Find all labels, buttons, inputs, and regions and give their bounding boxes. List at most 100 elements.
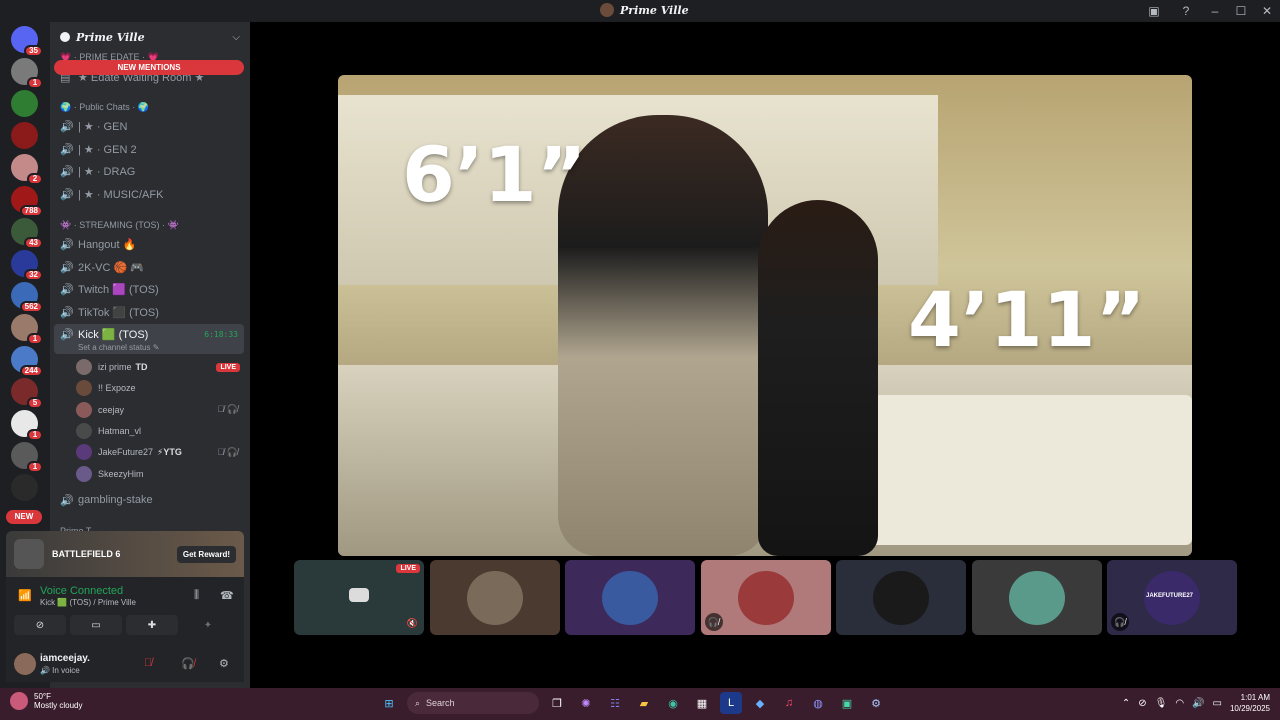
user-name[interactable]: iamceejay. — [40, 653, 90, 664]
channel-gen-2[interactable]: 🔊 | ★ · GEN 2 — [54, 139, 244, 159]
server-icon[interactable]: 32 — [11, 250, 43, 281]
speaker-icon: 🔊 — [60, 165, 74, 178]
voice-user[interactable]: Hatman_vl — [76, 421, 246, 441]
gear-icon[interactable]: ⚙ — [219, 657, 229, 670]
volume-muted-icon[interactable]: 🔇 — [407, 618, 418, 629]
copilot-icon[interactable]: ✺ — [575, 692, 597, 714]
voice-user[interactable]: ceejay 🎙̸ 🎧̸ — [76, 400, 246, 420]
battery-icon[interactable]: ▭ — [1213, 698, 1222, 709]
vscode-icon[interactable]: ◆ — [749, 692, 771, 714]
noise-suppression-icon[interactable]: ⫼ — [194, 589, 199, 602]
server-icon[interactable]: 5 — [11, 378, 43, 409]
category-streaming[interactable]: 👾 · STREAMING (TOS) · 👾 — [60, 220, 179, 231]
voice-status[interactable]: Voice Connected — [40, 585, 123, 597]
close-button[interactable]: ✕ — [1254, 0, 1280, 22]
participant-tile[interactable]: LIVE 🔇 — [294, 560, 424, 635]
speaker-icon: 🔊 — [60, 494, 74, 507]
chevron-down-icon[interactable]: ⌵ — [232, 32, 240, 43]
chevron-up-icon[interactable]: ⌃ — [1122, 698, 1130, 709]
channel-gen[interactable]: 🔊 | ★ · GEN — [54, 116, 244, 136]
headphones-muted-icon[interactable]: 🎧̸ — [181, 657, 195, 670]
server-icon[interactable]: 43 — [11, 218, 43, 249]
server-icon[interactable]: 1 — [11, 314, 43, 345]
activities-button[interactable]: ✚ — [126, 615, 178, 635]
discord-app-icon[interactable]: ▣ — [836, 692, 858, 714]
participant-tile[interactable] — [971, 560, 1102, 635]
get-reward-button[interactable]: Get Reward! — [176, 545, 236, 563]
channel-status[interactable]: Set a channel status ✎ — [78, 343, 159, 352]
voice-user[interactable]: JakeFuture27 ⚡YTG 🎙̸ 🎧̸ — [76, 442, 246, 462]
server-icon[interactable]: 1 — [11, 58, 43, 89]
mic-muted-icon[interactable]: 🎙̸ — [144, 657, 152, 669]
main-stream-video[interactable]: 6’1” 4’11” — [338, 75, 1192, 556]
inbox-icon[interactable]: ▣ — [1138, 0, 1170, 22]
participant-tile[interactable] — [836, 560, 966, 635]
camera-off-button[interactable]: ⊘ — [14, 615, 66, 635]
participant-tile[interactable]: 🎧̸ — [700, 560, 831, 635]
server-mention-badge: 5 — [27, 397, 43, 409]
weather-widget[interactable]: 50°F Mostly cloudy — [10, 692, 82, 710]
server-icon[interactable]: 35 — [11, 26, 43, 57]
share-screen-button[interactable]: ▭ — [70, 615, 122, 635]
taskbar: 50°F Mostly cloudy ⊞ ⌕ Search ❐ ✺ ☷ ▰ ◉ … — [0, 688, 1280, 720]
channel-2k-vc[interactable]: 🔊 2K-VC 🏀 🎮 — [54, 257, 244, 277]
server-icon[interactable] — [11, 90, 38, 117]
channel-kick-active[interactable]: 🔊 Kick 🟩 (TOS) 6:18:33 Set a channel sta… — [54, 324, 244, 354]
server-icon[interactable]: 562 — [11, 282, 43, 313]
channel-gambling-stake[interactable]: 🔊 gambling-stake — [54, 490, 244, 510]
server-icon[interactable]: 2 — [11, 154, 43, 185]
voice-user[interactable]: SkeezyHim — [76, 464, 246, 484]
edge-icon[interactable]: ◉ — [662, 692, 684, 714]
server-icon[interactable] — [11, 474, 38, 501]
volume-icon[interactable]: 🔊 — [1192, 698, 1204, 709]
window-title-text: Prime Ville — [620, 3, 689, 17]
category-public-chats[interactable]: 🌍 · Public Chats · 🌍 — [60, 102, 149, 113]
maximize-button[interactable]: ☐ — [1228, 0, 1254, 22]
server-icon[interactable] — [11, 122, 38, 149]
voice-channel-path[interactable]: Kick 🟩 (TOS) / Prime Ville — [40, 598, 136, 607]
voice-user[interactable]: !! Expoze — [76, 378, 246, 398]
participant-tile[interactable] — [565, 560, 695, 635]
server-icon[interactable]: 244 — [11, 346, 43, 377]
user-status: 🔊 In voice — [40, 666, 80, 675]
task-view-icon[interactable]: ❐ — [546, 692, 568, 714]
store-icon[interactable]: ▦ — [691, 692, 713, 714]
voice-user-tag: TD — [135, 362, 148, 372]
server-icon[interactable]: 788 — [11, 186, 43, 217]
disconnect-icon[interactable]: ☎ — [220, 589, 234, 602]
taskbar-search[interactable]: ⌕ Search — [407, 692, 539, 714]
channel-tiktok[interactable]: 🔊 TikTok ⬛ (TOS) — [54, 302, 244, 322]
minimize-button[interactable]: – — [1202, 0, 1228, 22]
discord-icon[interactable]: ◍ — [807, 692, 829, 714]
help-icon[interactable]: ? — [1170, 0, 1202, 22]
signal-icon[interactable]: 📶 — [18, 589, 32, 602]
channel-drag[interactable]: 🔊 | ★ · DRAG — [54, 161, 244, 181]
voice-user[interactable]: izi prime TD LIVE — [76, 357, 246, 377]
participant-tile[interactable] — [429, 560, 560, 635]
steam-icon[interactable]: ⚙ — [865, 692, 887, 714]
channel-hangout[interactable]: 🔊 Hangout 🔥 — [54, 234, 244, 254]
clock-date: 10/29/2025 — [1229, 704, 1270, 713]
avatar[interactable] — [14, 653, 36, 675]
channel-twitch[interactable]: 🔊 Twitch 🟪 (TOS) — [54, 279, 244, 299]
teams-icon[interactable]: ☷ — [604, 692, 626, 714]
network-off-icon[interactable]: ⊘ — [1138, 698, 1146, 709]
channel-music-afk[interactable]: 🔊 | ★ · MUSIC/AFK — [54, 184, 244, 204]
new-servers-badge[interactable]: NEW — [6, 510, 42, 524]
windows-start-icon[interactable]: ⊞ — [378, 692, 400, 714]
music-icon[interactable]: ♫ — [778, 692, 800, 714]
server-icon[interactable]: 1 — [11, 410, 43, 441]
soundboard-button[interactable]: ✦ — [182, 615, 234, 635]
voice-user-name: izi prime — [98, 362, 132, 372]
guild-header[interactable]: Prime Ville ⌵ — [50, 22, 250, 52]
clock[interactable]: 1:01 AM 10/29/2025 — [1230, 692, 1270, 714]
participant-tile[interactable]: JAKEFUTURE27 🎧̸ — [1107, 560, 1237, 635]
wifi-icon[interactable]: ◠ — [1175, 698, 1184, 709]
new-mentions-banner[interactable]: NEW MENTIONS — [54, 60, 244, 75]
file-explorer-icon[interactable]: ▰ — [633, 692, 655, 714]
l-app-icon[interactable]: L — [720, 692, 742, 714]
microphone-icon[interactable]: 🎙 — [1155, 698, 1168, 709]
speaker-icon: 🔊 — [60, 306, 74, 319]
clock-time: 1:01 AM — [1240, 693, 1270, 702]
server-icon[interactable]: 1 — [11, 442, 43, 473]
